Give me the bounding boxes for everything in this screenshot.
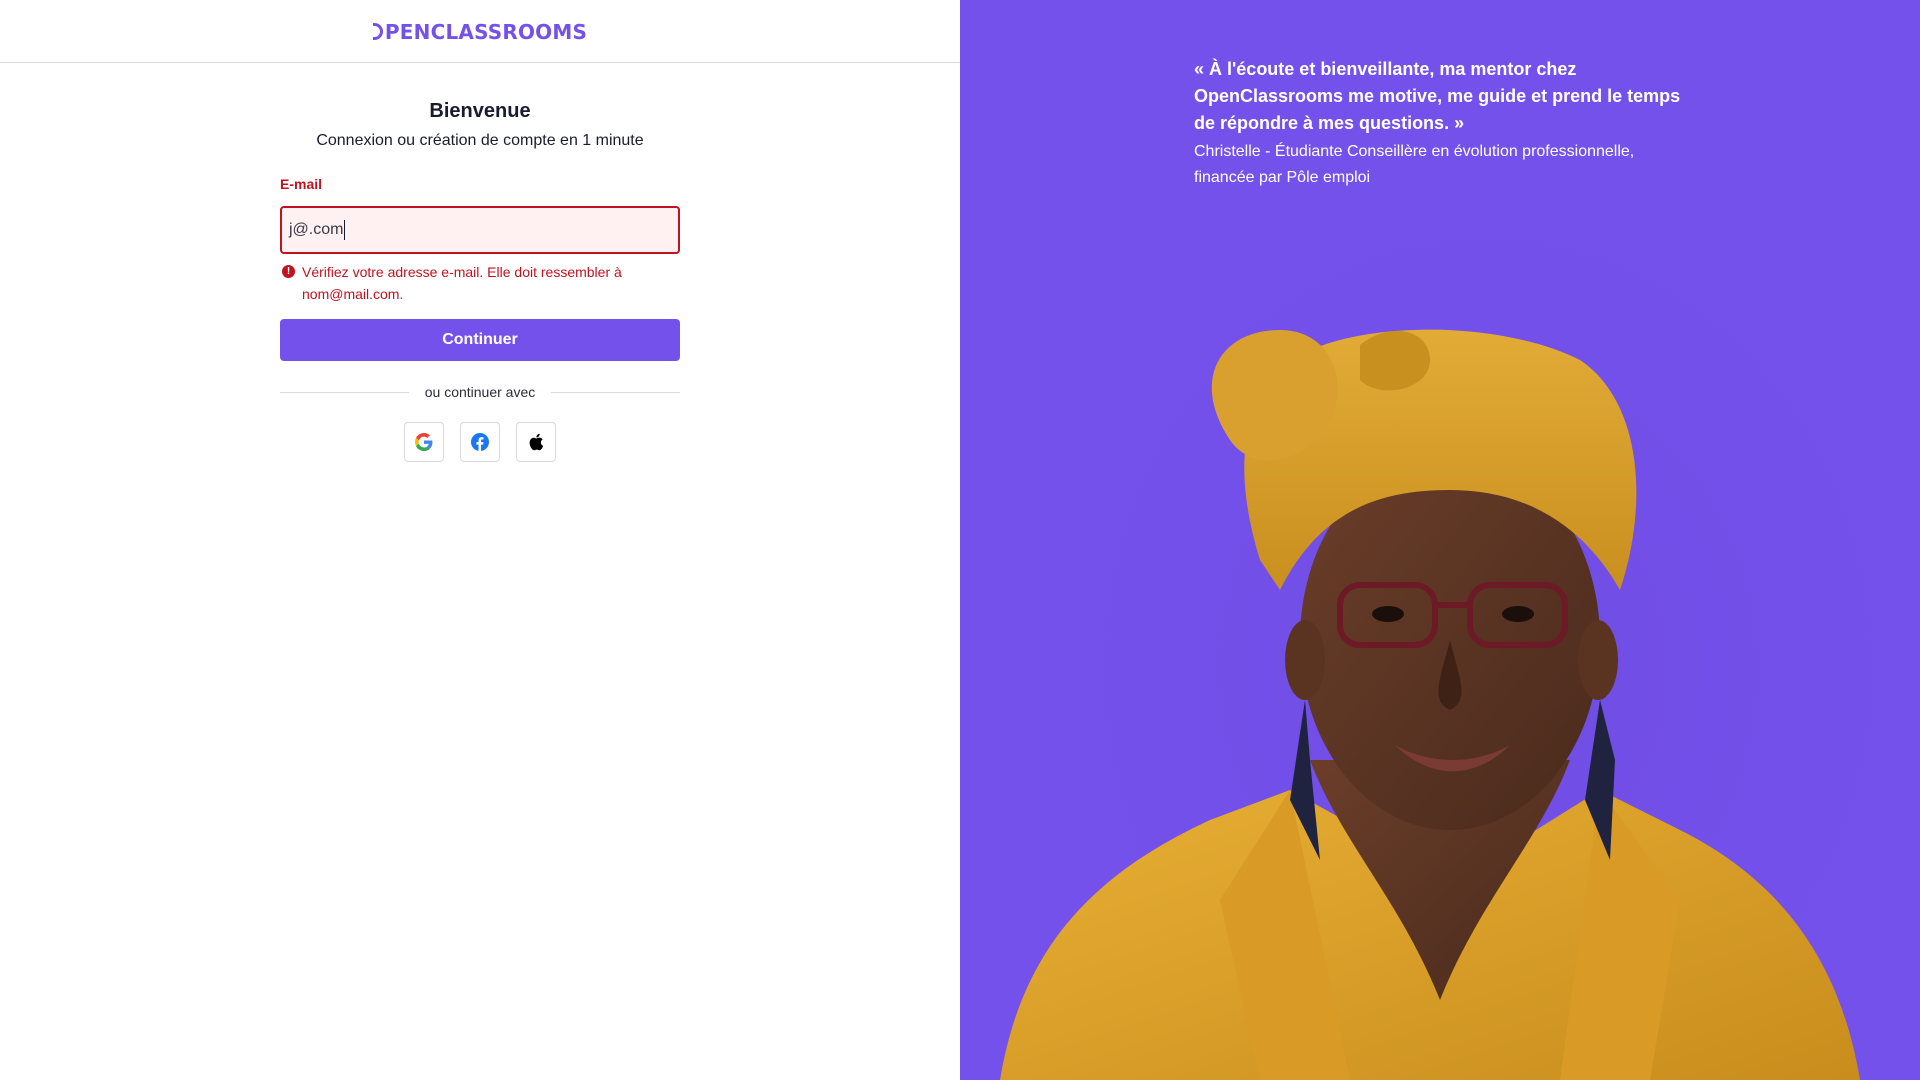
apple-icon bbox=[529, 433, 544, 451]
page-subtitle: Connexion ou création de compte en 1 min… bbox=[316, 132, 644, 149]
divider-line-left bbox=[280, 391, 409, 393]
text-caret bbox=[344, 220, 346, 240]
top-bar: PENCLASSROOMS bbox=[0, 0, 960, 63]
login-pane: PENCLASSROOMS Bienvenue Connexion ou cré… bbox=[0, 0, 960, 1080]
google-login-button[interactable] bbox=[404, 422, 444, 462]
or-divider: ou continuer avec bbox=[280, 383, 680, 401]
facebook-login-button[interactable] bbox=[460, 422, 500, 462]
login-page: PENCLASSROOMS Bienvenue Connexion ou cré… bbox=[0, 0, 1920, 1080]
testimonial-author: Christelle - Étudiante Conseillère en év… bbox=[1194, 143, 1635, 186]
page-title: Bienvenue bbox=[429, 100, 531, 122]
login-form: Bienvenue Connexion ou création de compt… bbox=[280, 96, 680, 462]
error-icon: ! bbox=[282, 265, 295, 278]
email-field-value: j@.com bbox=[289, 221, 344, 238]
facebook-icon bbox=[471, 433, 489, 451]
email-label: E-mail bbox=[280, 176, 323, 192]
email-error: ! Vérifiez votre adresse e-mail. Elle do… bbox=[280, 261, 680, 305]
testimonial-quote: « À l'écoute et bienveillante, ma mentor… bbox=[1194, 59, 1681, 133]
divider-text: ou continuer avec bbox=[424, 384, 536, 400]
google-icon bbox=[415, 433, 433, 451]
social-login-buttons bbox=[280, 422, 680, 462]
continue-button[interactable]: Continuer bbox=[280, 319, 680, 361]
testimonial: « À l'écoute et bienveillante, ma mentor… bbox=[1194, 56, 1694, 191]
testimonial-pane: « À l'écoute et bienveillante, ma mentor… bbox=[960, 0, 1920, 1080]
openclassrooms-logo[interactable]: PENCLASSROOMS bbox=[372, 19, 588, 44]
divider-line-right bbox=[551, 391, 680, 393]
apple-login-button[interactable] bbox=[516, 422, 556, 462]
email-field[interactable]: j@.com bbox=[280, 206, 680, 254]
logo-text: PENCLASSROOMS bbox=[384, 19, 588, 44]
openclassrooms-logo-icon bbox=[372, 23, 383, 40]
email-error-message: Vérifiez votre adresse e-mail. Elle doit… bbox=[302, 264, 622, 302]
